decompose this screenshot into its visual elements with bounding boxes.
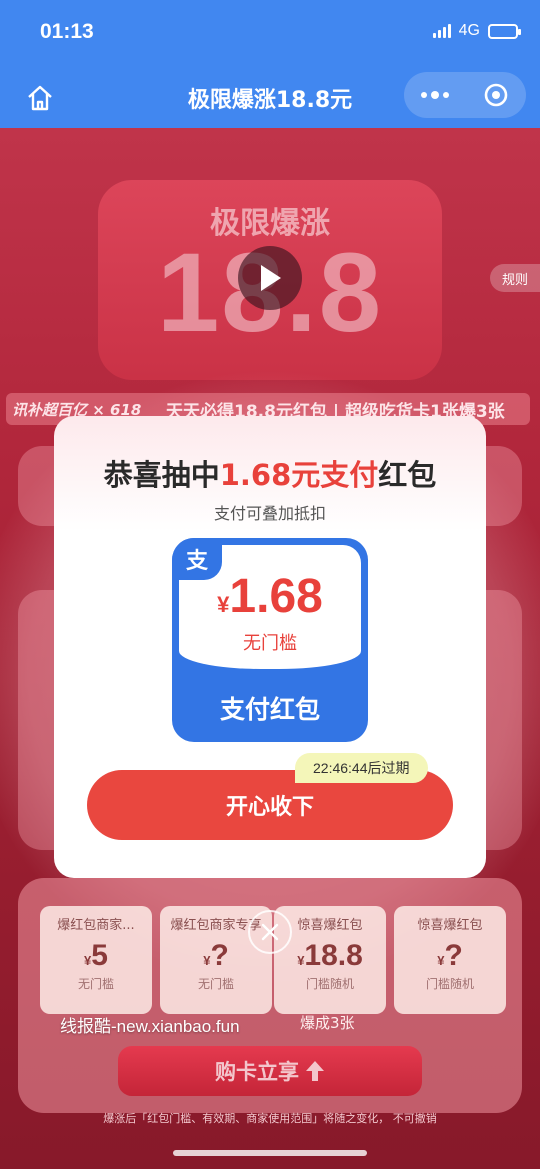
exit-mini-program-button[interactable] bbox=[465, 72, 526, 118]
target-circle-icon bbox=[484, 83, 507, 107]
status-bar: 01:13 4G bbox=[0, 0, 540, 66]
status-time: 01:13 bbox=[40, 20, 94, 43]
coupon-condition: 无门槛 bbox=[77, 977, 114, 991]
coupon-title: 爆红包商家... bbox=[57, 918, 135, 933]
mini-program-capsule bbox=[404, 72, 526, 118]
coupon-amount: 5 bbox=[91, 939, 108, 972]
close-modal-button[interactable] bbox=[248, 910, 292, 954]
coupon-amount: 18.8 bbox=[304, 939, 363, 972]
packet-label: 支付红包 bbox=[219, 695, 320, 724]
packet-threshold: 无门槛 bbox=[243, 633, 297, 654]
more-button[interactable] bbox=[404, 72, 465, 118]
coupon-card[interactable]: 爆红包商家... ¥5 无门槛 bbox=[40, 906, 152, 1014]
packet-amount-value: 1.68 bbox=[229, 570, 323, 623]
buy-card-button[interactable]: 购卡立享 bbox=[118, 1046, 422, 1096]
modal-title-suffix: 红包 bbox=[378, 458, 437, 492]
nav-bar: 极限爆涨18.8元 bbox=[0, 66, 540, 128]
coupon-condition: 门槛随机 bbox=[425, 977, 474, 991]
coupon-amount: ? bbox=[444, 939, 463, 972]
close-icon bbox=[261, 923, 279, 941]
modal-title-highlight: 1.68元支付 bbox=[219, 458, 379, 492]
coupon-condition: 无门槛 bbox=[197, 977, 234, 991]
video-play-button[interactable] bbox=[238, 246, 302, 310]
modal-title-prefix: 恭喜抽中 bbox=[103, 458, 220, 492]
play-icon bbox=[261, 265, 281, 291]
coupon-amount: ? bbox=[210, 939, 229, 972]
payment-red-packet: ¥1.68 无门槛 支 支付红包 bbox=[172, 538, 368, 742]
rules-button[interactable]: 规则 bbox=[490, 264, 540, 292]
footnote: 爆涨后「红包门槛、有效期、商家使用范围」将随之变化， 不可撤销 bbox=[103, 1112, 437, 1125]
reward-modal: 恭喜抽中1.68元支付红包 支付可叠加抵扣 ¥1.68 无门槛 支 支付红包 2… bbox=[54, 416, 486, 878]
status-indicators: 4G bbox=[432, 22, 521, 40]
watermark-text: 线报酷-new.xianbao.fun bbox=[60, 1017, 240, 1036]
packet-currency: ¥ bbox=[217, 592, 230, 617]
coupon-title: 惊喜爆红包 bbox=[417, 918, 483, 933]
modal-subtitle: 支付可叠加抵扣 bbox=[213, 504, 326, 523]
expire-countdown-tag: 22:46:44后过期 bbox=[295, 753, 428, 783]
modal-title: 恭喜抽中1.68元支付红包 bbox=[54, 452, 486, 494]
arrow-up-icon bbox=[306, 1061, 324, 1081]
buy-card-label: 购卡立享 bbox=[215, 1060, 299, 1084]
signal-icon bbox=[432, 24, 451, 38]
bonus-text: 爆成3张 bbox=[300, 1014, 355, 1032]
battery-icon bbox=[488, 23, 521, 39]
coupon-condition: 门槛随机 bbox=[305, 977, 354, 991]
home-indicator bbox=[173, 1150, 367, 1156]
more-dots-icon bbox=[420, 90, 449, 99]
network-label: 4G bbox=[458, 22, 480, 39]
alipay-logo-icon: 支 bbox=[172, 538, 222, 580]
coupon-card[interactable]: 惊喜爆红包 ¥? 门槛随机 bbox=[394, 906, 506, 1014]
coupon-card[interactable]: 惊喜爆红包 ¥18.8 门槛随机 bbox=[274, 906, 386, 1014]
